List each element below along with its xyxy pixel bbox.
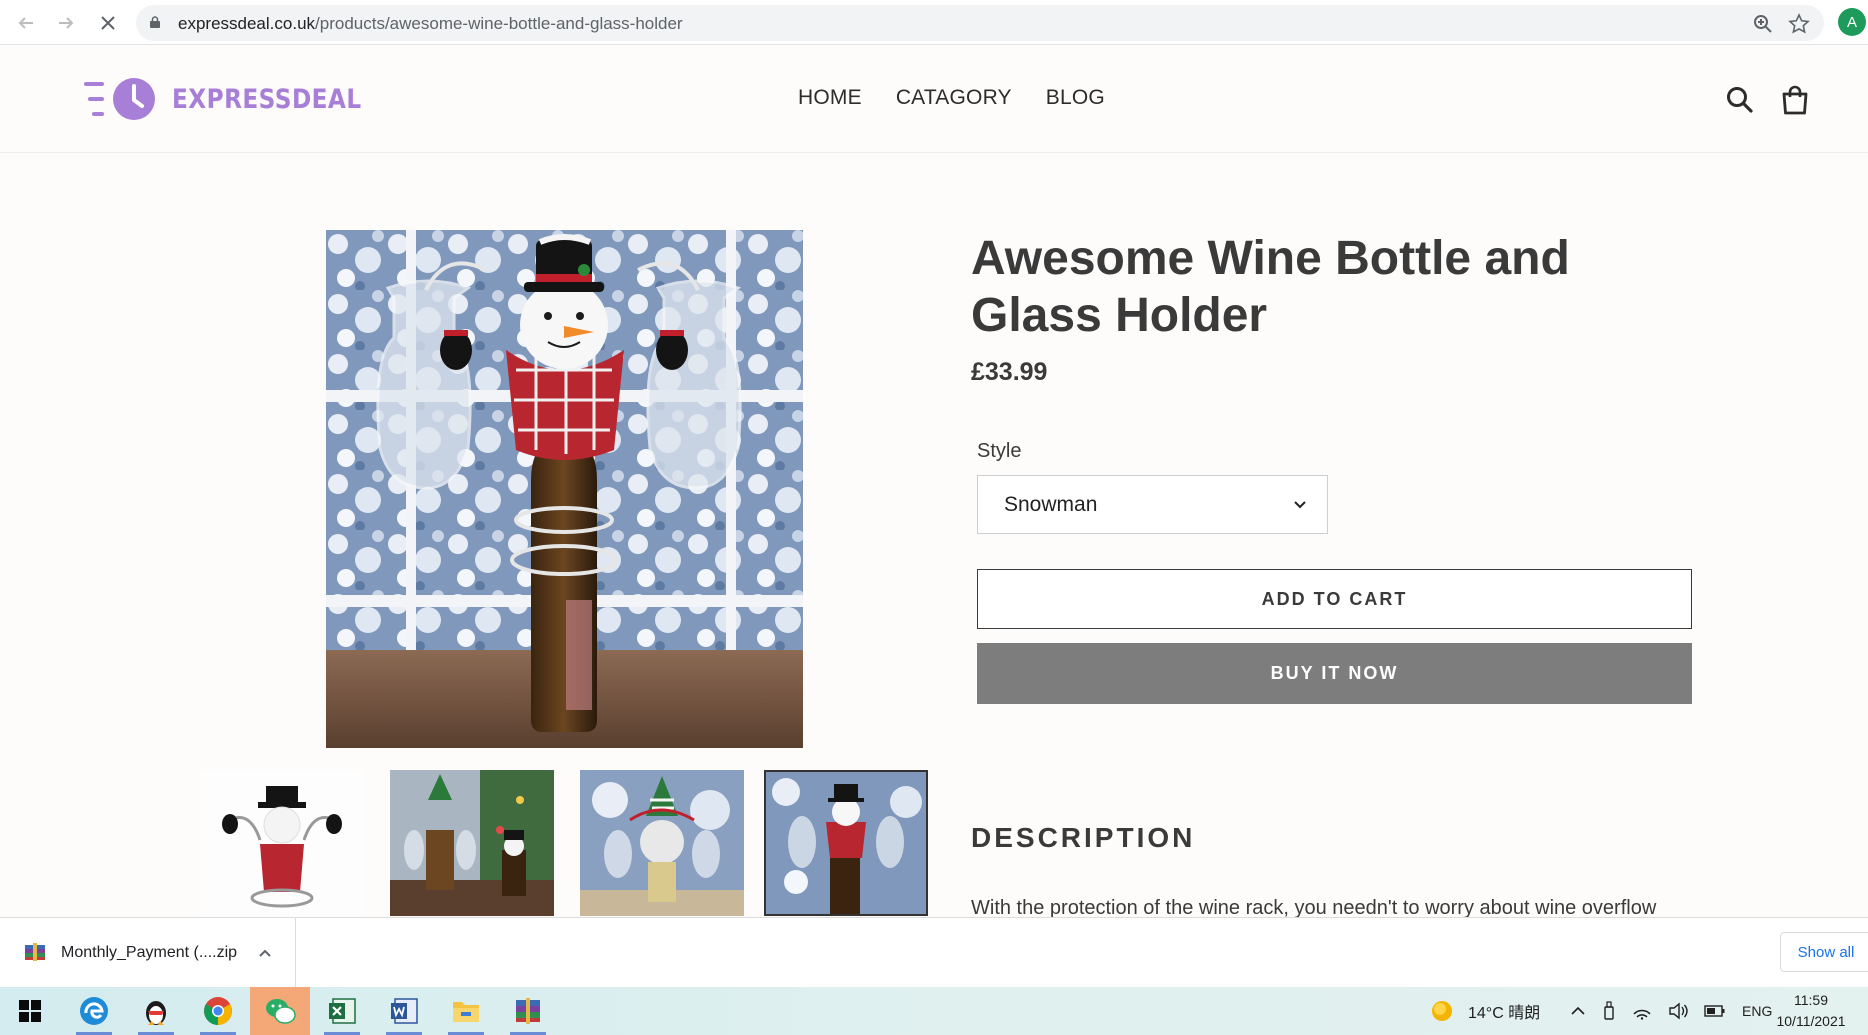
folder-icon (453, 1002, 479, 1022)
word-icon (391, 998, 418, 1024)
stop-loading-button[interactable] (94, 9, 122, 37)
taskbar-chrome[interactable] (188, 987, 248, 1035)
show-all-downloads-button[interactable]: Show all (1780, 932, 1868, 972)
product-price: £33.99 (971, 358, 1048, 386)
browser-toolbar: expressdeal.co.uk/products/awesome-wine-… (0, 0, 1868, 45)
taskbar-clock[interactable]: 11:59 10/11/2021 (1766, 990, 1856, 1032)
logo-text: EXPRESSDEAL (172, 83, 362, 115)
taskbar-word[interactable] (374, 987, 434, 1035)
url-path: /products/awesome-wine-bottle-and-glass-… (315, 14, 683, 33)
system-tray: ENG (1570, 987, 1772, 1035)
penguin-app-icon (146, 1001, 166, 1025)
thumbnail-1[interactable] (200, 770, 364, 916)
forward-button[interactable] (52, 9, 80, 37)
clock-time: 11:59 (1794, 992, 1828, 1008)
taskbar-file-explorer[interactable] (436, 987, 496, 1035)
clock-date: 10/11/2021 (1776, 1013, 1846, 1029)
archive-file-icon (25, 943, 45, 961)
buy-it-now-button[interactable]: BUY IT NOW (977, 643, 1692, 704)
taskbar-edge[interactable] (64, 987, 124, 1035)
taskbar-wechat[interactable] (250, 987, 310, 1035)
nav-home[interactable]: HOME (798, 86, 862, 110)
taskbar-qq[interactable] (126, 987, 186, 1035)
download-bar: Monthly_Payment (....zip Show all (0, 917, 1868, 988)
download-file-name: Monthly_Payment (....zip (61, 944, 238, 961)
edge-icon (80, 997, 108, 1025)
style-select-value: Snowman (1004, 493, 1098, 516)
chrome-icon (204, 997, 232, 1025)
lock-icon (150, 16, 160, 28)
taskbar-winrar[interactable] (498, 987, 558, 1035)
snowman-thumbnail-image (200, 770, 364, 916)
url-text: expressdeal.co.uk/products/awesome-wine-… (178, 14, 683, 34)
url-domain: expressdeal.co.uk (178, 14, 316, 33)
gnome-pair-thumbnail-image (390, 770, 554, 916)
chevron-down-icon (1294, 501, 1306, 509)
style-label: Style (977, 440, 1022, 462)
site-logo[interactable]: EXPRESSDEAL (82, 76, 392, 122)
main-navigation: HOME CATAGORY BLOG (798, 86, 1105, 110)
nav-blog[interactable]: BLOG (1046, 86, 1105, 110)
thumbnail-2[interactable] (390, 770, 554, 916)
wifi-icon[interactable] (1632, 1002, 1652, 1020)
weather-text: 14°C 晴朗 (1468, 1005, 1541, 1022)
speaker-icon[interactable] (1668, 1002, 1688, 1020)
thumbnail-3[interactable] (580, 770, 744, 916)
windows-logo-icon (19, 1000, 41, 1022)
zoom-icon[interactable] (1752, 13, 1774, 35)
arrow-left-icon (18, 17, 33, 29)
wechat-icon (266, 999, 296, 1024)
description-text: With the protection of the wine rack, yo… (971, 897, 1657, 919)
profile-avatar[interactable]: A (1838, 8, 1866, 36)
style-select[interactable]: Snowman (977, 475, 1328, 534)
download-item[interactable]: Monthly_Payment (....zip (0, 918, 296, 988)
search-icon[interactable] (1724, 84, 1756, 116)
gnome-thumbnail-image (580, 770, 744, 916)
snowman-bottle-thumbnail-image (766, 772, 926, 914)
product-main-image[interactable] (326, 230, 803, 748)
add-to-cart-button[interactable]: ADD TO CART (977, 569, 1692, 629)
battery-icon[interactable] (1704, 1004, 1726, 1018)
chevron-up-icon[interactable] (258, 946, 272, 960)
snowman-wine-holder-photo (326, 230, 803, 748)
excel-icon (329, 998, 356, 1024)
logo-clock-icon (84, 78, 155, 120)
arrow-right-icon (59, 17, 74, 29)
product-title: Awesome Wine Bottle and Glass Holder (971, 232, 1570, 342)
nav-catagory[interactable]: CATAGORY (896, 86, 1012, 110)
taskbar-excel[interactable] (312, 987, 372, 1035)
winrar-archive-icon (516, 998, 540, 1024)
bookmark-star-icon[interactable] (1788, 13, 1810, 35)
site-header: EXPRESSDEAL HOME CATAGORY BLOG (0, 46, 1868, 153)
usb-device-icon[interactable] (1602, 1001, 1616, 1021)
back-button[interactable] (12, 9, 40, 37)
thumbnail-4-selected[interactable] (764, 770, 928, 916)
sun-icon (1432, 1001, 1452, 1021)
description-heading: DESCRIPTION (971, 822, 1196, 853)
cart-bag-icon[interactable] (1779, 84, 1811, 116)
close-icon (101, 16, 115, 30)
windows-taskbar: 14°C 晴朗 ENG 11:59 10/11/2021 (0, 987, 1868, 1035)
address-bar[interactable]: expressdeal.co.uk/products/awesome-wine-… (136, 5, 1824, 41)
weather-widget[interactable]: 14°C 晴朗 (1430, 987, 1540, 1035)
start-button[interactable] (0, 987, 60, 1035)
chevron-up-icon[interactable] (1570, 1003, 1586, 1019)
